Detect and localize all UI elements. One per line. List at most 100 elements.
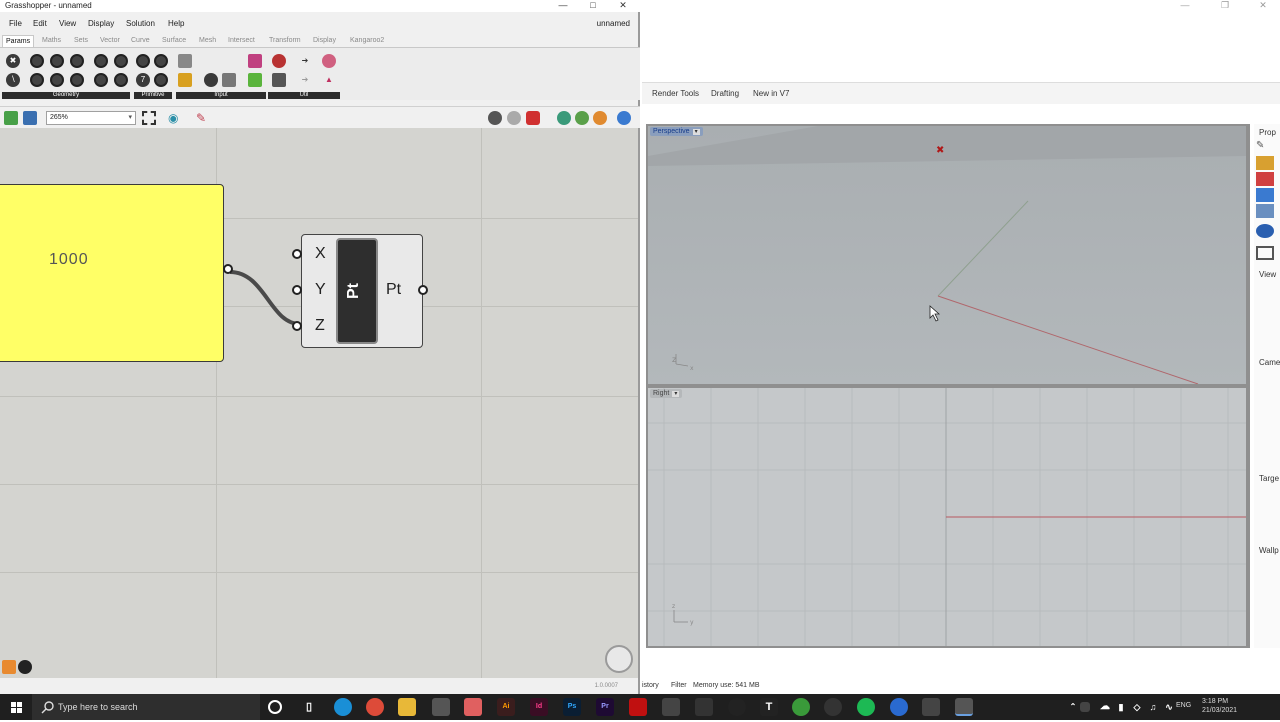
- tab-mesh[interactable]: Mesh: [199, 37, 216, 44]
- cherry-icon[interactable]: [272, 54, 286, 68]
- arrow-right-light-icon[interactable]: ➔: [298, 73, 312, 87]
- start-button[interactable]: [0, 694, 32, 720]
- canvas-widget-icon[interactable]: [617, 111, 631, 125]
- zoom-select[interactable]: 265% ▾: [46, 111, 136, 125]
- unity-icon[interactable]: [728, 698, 746, 716]
- viewport-panel-icon[interactable]: [1256, 246, 1274, 260]
- zoom-extents-icon[interactable]: [142, 111, 156, 125]
- chrome-icon[interactable]: [366, 698, 384, 716]
- close-button[interactable]: ✕: [608, 0, 638, 12]
- save-icon[interactable]: [23, 111, 37, 125]
- preview-off-icon[interactable]: [488, 111, 502, 125]
- plane-param-icon[interactable]: [50, 73, 64, 87]
- arrow-right-icon[interactable]: ➔: [298, 54, 312, 68]
- color-icon[interactable]: [322, 54, 336, 68]
- minimize-button[interactable]: —: [548, 0, 578, 12]
- integer-param-icon[interactable]: [154, 54, 168, 68]
- close-button[interactable]: ✕: [1248, 0, 1278, 12]
- photoshop-icon[interactable]: Ps: [563, 698, 581, 716]
- edge-icon[interactable]: [334, 698, 352, 716]
- open-file-icon[interactable]: [4, 111, 18, 125]
- maximize-button[interactable]: □: [578, 0, 608, 12]
- input-x-grip[interactable]: [292, 249, 302, 259]
- clock[interactable]: 3:18 PM 21/03/2021: [1202, 697, 1237, 715]
- unreal-icon[interactable]: [695, 698, 713, 716]
- input-y-grip[interactable]: [292, 285, 302, 295]
- construct-point-component[interactable]: X Y Z Pt Pt: [301, 234, 423, 348]
- number-slider[interactable]: 1000: [0, 184, 224, 362]
- material-icon[interactable]: [1256, 172, 1274, 186]
- text-param-icon[interactable]: [154, 73, 168, 87]
- tab-maths[interactable]: Maths: [42, 37, 61, 44]
- menu-view[interactable]: View: [59, 19, 76, 28]
- status-filter[interactable]: Filter: [671, 682, 687, 689]
- epic-games-icon[interactable]: [662, 698, 680, 716]
- tab-intersect[interactable]: Intersect: [228, 37, 255, 44]
- premiere-icon[interactable]: Pr: [596, 698, 614, 716]
- tab-display[interactable]: Display: [313, 37, 336, 44]
- close-icon[interactable]: [18, 660, 32, 674]
- spotify-icon[interactable]: [857, 698, 875, 716]
- indesign-icon[interactable]: Id: [530, 698, 548, 716]
- document-preview-icon[interactable]: [575, 111, 589, 125]
- line-param-icon[interactable]: [70, 73, 84, 87]
- tab-kangaroo2[interactable]: Kangaroo2: [350, 37, 384, 44]
- preview-shaded-icon[interactable]: [526, 111, 540, 125]
- mesh-param-icon[interactable]: [30, 73, 44, 87]
- image-sampler-icon[interactable]: [248, 73, 262, 87]
- canvas-menu-icon[interactable]: [2, 660, 16, 674]
- flask-icon[interactable]: ▲: [322, 73, 336, 87]
- menu-help[interactable]: Help: [168, 19, 184, 28]
- tab-vector[interactable]: Vector: [100, 37, 120, 44]
- task-view-icon[interactable]: ▯: [300, 698, 318, 716]
- tab-curve[interactable]: Curve: [131, 37, 150, 44]
- box-param-icon[interactable]: ✖: [6, 54, 20, 68]
- grasshopper-app-icon[interactable]: [792, 698, 810, 716]
- surface-param-icon[interactable]: [94, 73, 108, 87]
- tab-drafting[interactable]: Drafting: [711, 89, 739, 98]
- group-param-icon[interactable]: [114, 54, 128, 68]
- boolean-param-icon[interactable]: [136, 54, 150, 68]
- taskbar-search[interactable]: Type here to search: [32, 694, 260, 720]
- illustrator-icon[interactable]: Ai: [497, 698, 515, 716]
- geometry-param-icon[interactable]: [94, 54, 108, 68]
- preview-wire-icon[interactable]: [507, 111, 521, 125]
- pencil-icon[interactable]: ✎: [1256, 140, 1274, 154]
- tray-app-icon[interactable]: [1080, 702, 1090, 712]
- viewport-label-perspective[interactable]: Perspective ▾: [650, 127, 703, 136]
- language-indicator[interactable]: ENG: [1176, 702, 1191, 709]
- component-core[interactable]: Pt: [336, 238, 378, 344]
- rhino-app-icon[interactable]: [922, 698, 940, 716]
- tab-new-in-v7[interactable]: New in V7: [753, 89, 789, 98]
- file-explorer-icon[interactable]: [398, 698, 416, 716]
- right-viewport[interactable]: z y Right ▾: [648, 388, 1246, 646]
- tab-transform[interactable]: Transform: [269, 37, 301, 44]
- status-history[interactable]: istory: [642, 682, 659, 689]
- viewport-label-right[interactable]: Right ▾: [650, 389, 683, 398]
- rhino-active-icon[interactable]: [955, 698, 973, 716]
- layers-icon[interactable]: [1256, 156, 1274, 170]
- slider-output-grip[interactable]: [223, 264, 233, 274]
- tab-surface[interactable]: Surface: [162, 37, 186, 44]
- number-param-icon[interactable]: 7: [136, 73, 150, 87]
- circle-param-icon[interactable]: [50, 54, 64, 68]
- slider-icon[interactable]: [178, 73, 192, 87]
- minimize-button[interactable]: —: [1170, 0, 1200, 12]
- input-z-grip[interactable]: [292, 321, 302, 331]
- menu-display[interactable]: Display: [88, 19, 114, 28]
- menu-edit[interactable]: Edit: [33, 19, 47, 28]
- output-pt-grip[interactable]: [418, 285, 428, 295]
- cortana-icon[interactable]: [268, 700, 282, 714]
- brep-param-icon[interactable]: [30, 54, 44, 68]
- wrench-icon[interactable]: [1256, 224, 1274, 238]
- value-list-icon[interactable]: [222, 73, 236, 87]
- alien-app-icon[interactable]: [432, 698, 450, 716]
- point-param-icon[interactable]: ∖: [6, 73, 20, 87]
- sketch-icon[interactable]: ✎: [196, 111, 210, 125]
- solution-orb-icon[interactable]: [605, 645, 633, 673]
- link-icon[interactable]: [1256, 188, 1274, 202]
- perspective-viewport[interactable]: ✖ z x Perspective ▾: [648, 126, 1246, 384]
- photos-icon[interactable]: [464, 698, 482, 716]
- grasshopper-canvas[interactable]: 1000 X Y Z Pt Pt: [0, 128, 638, 678]
- eye-icon[interactable]: ◉: [168, 111, 182, 125]
